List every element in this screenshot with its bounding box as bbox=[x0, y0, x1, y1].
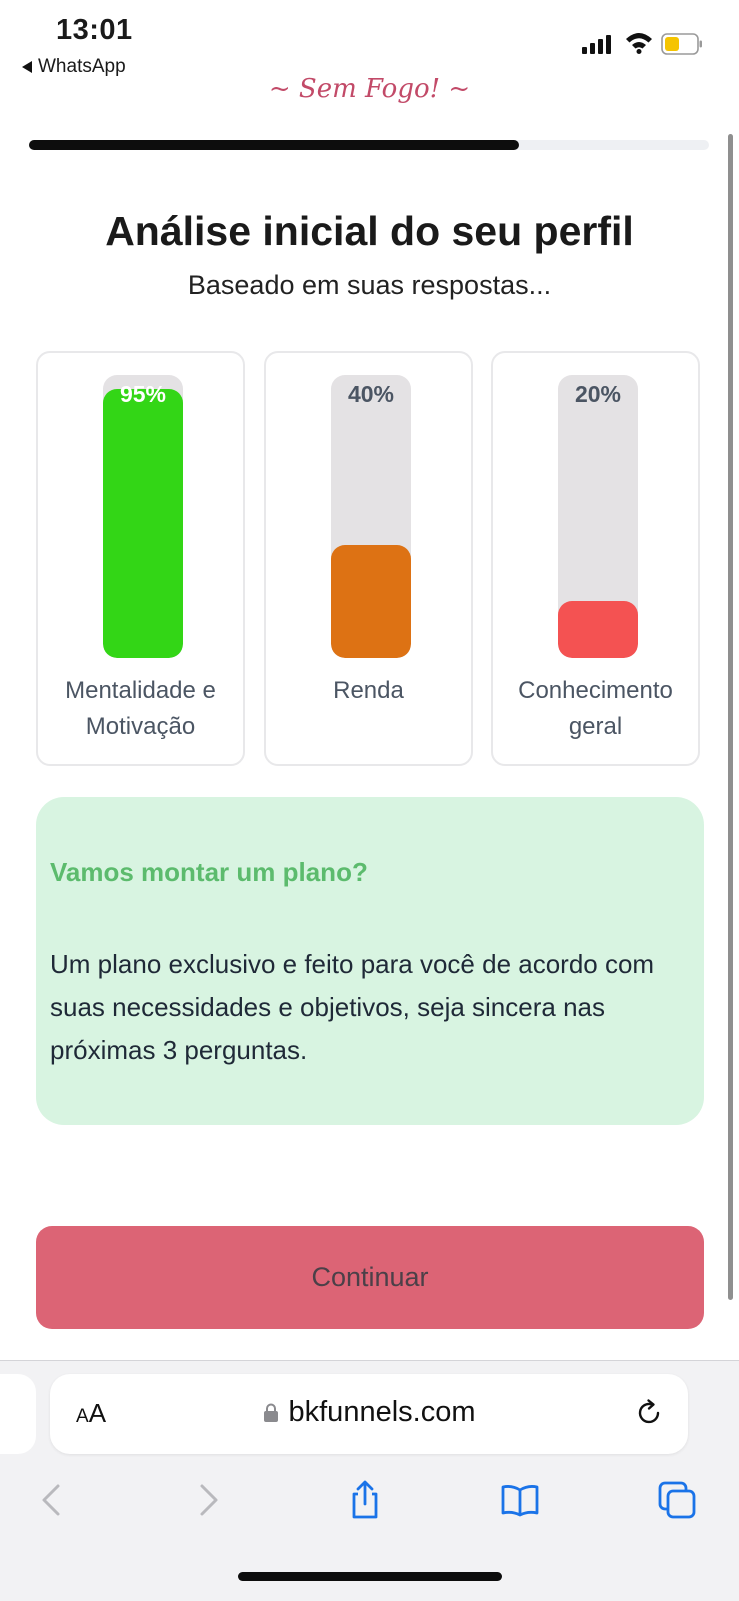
bookmarks-icon[interactable] bbox=[500, 1480, 540, 1520]
back-icon[interactable] bbox=[32, 1480, 72, 1520]
metric-card-renda: 40% Renda bbox=[264, 351, 473, 766]
metric-percent: 20% bbox=[574, 381, 622, 407]
page-title: Análise inicial do seu perfil bbox=[105, 208, 634, 254]
metric-card-mentalidade: 95% Mentalidade e Motivação bbox=[36, 351, 245, 766]
metric-percent: 95% bbox=[119, 381, 167, 407]
metric-bar-fill bbox=[103, 389, 183, 658]
page-subtitle: Baseado em suas respostas... bbox=[187, 270, 552, 300]
home-indicator bbox=[238, 1572, 502, 1581]
back-triangle-icon bbox=[22, 61, 32, 73]
forward-icon[interactable] bbox=[188, 1480, 228, 1520]
info-text: Um plano exclusivo e feito para você de … bbox=[50, 949, 655, 1065]
address-bar[interactable]: AA bkfunnels.com bbox=[50, 1374, 688, 1454]
share-icon[interactable] bbox=[345, 1480, 385, 1520]
quiz-progress-bar bbox=[29, 140, 709, 150]
wifi-icon bbox=[626, 33, 652, 54]
previous-tab-preview[interactable] bbox=[0, 1374, 36, 1454]
continue-button[interactable]: Continuar bbox=[36, 1226, 704, 1329]
metric-card-conhecimento: 20% Conhecimento geral bbox=[491, 351, 700, 766]
lock-icon bbox=[263, 1403, 278, 1422]
url-display[interactable]: bkfunnels.com bbox=[50, 1396, 688, 1429]
page-scrollbar[interactable] bbox=[728, 134, 733, 1300]
url-text: bkfunnels.com bbox=[288, 1396, 476, 1428]
quiz-progress-fill bbox=[29, 140, 519, 150]
brand-logo: ~ Sem Fogo! ~ bbox=[268, 74, 471, 104]
info-title: Vamos montar um plano? bbox=[50, 857, 368, 887]
metric-label: Renda bbox=[333, 677, 404, 704]
metric-bar-track: 20% bbox=[558, 375, 638, 658]
metric-label: Mentalidade e Motivação bbox=[65, 677, 216, 740]
tabs-icon[interactable] bbox=[657, 1480, 697, 1520]
status-time: 13:01 bbox=[56, 14, 133, 46]
metric-bar-track: 40% bbox=[331, 375, 411, 658]
cellular-signal-icon bbox=[582, 34, 611, 54]
reload-icon[interactable] bbox=[634, 1398, 664, 1428]
metric-label: Conhecimento geral bbox=[518, 677, 673, 740]
plan-info-box: Vamos montar um plano? Um plano exclusiv… bbox=[36, 797, 704, 1125]
metric-bar-track: 95% bbox=[103, 375, 183, 658]
metric-bar-fill bbox=[558, 601, 638, 658]
battery-icon bbox=[661, 33, 702, 55]
metric-percent: 40% bbox=[347, 381, 395, 407]
metric-bar-fill bbox=[331, 544, 411, 658]
